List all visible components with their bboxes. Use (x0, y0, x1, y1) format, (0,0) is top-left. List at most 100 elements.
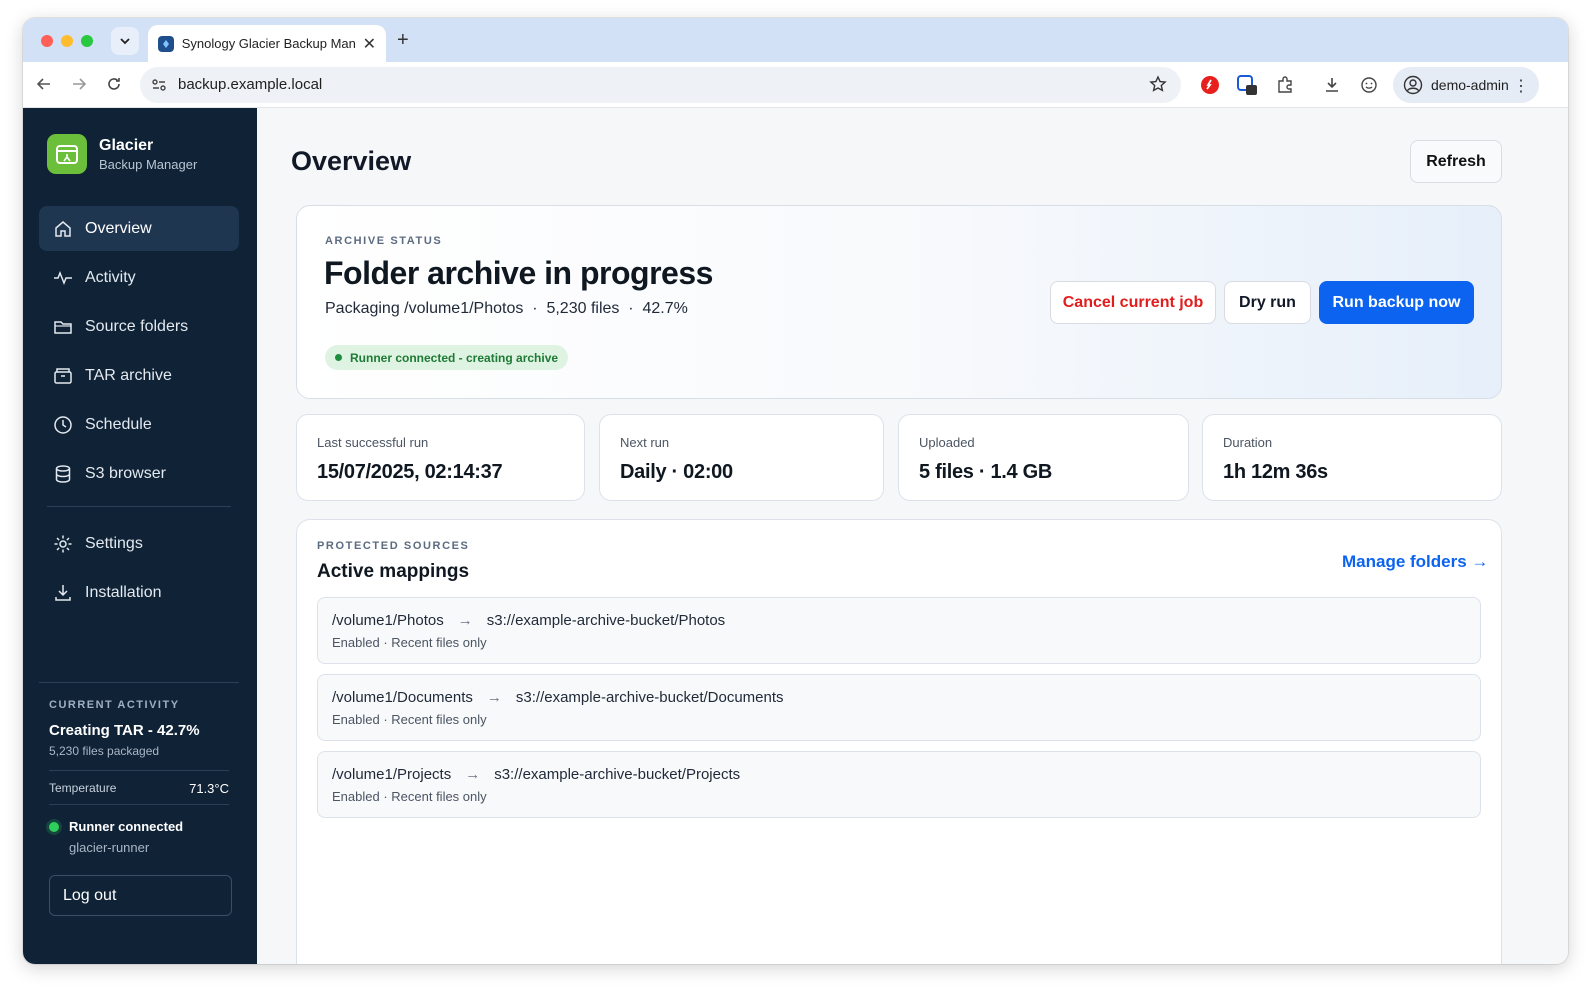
stat-value: 15/07/2025, 02:14:37 (317, 461, 503, 483)
mapping-meta: Enabled · Recent files only (332, 635, 487, 650)
archive-status-card: ARCHIVE STATUS Folder archive in progres… (296, 205, 1502, 399)
sidebar-item-overview[interactable]: Overview (39, 206, 239, 251)
maximize-window-button[interactable] (81, 35, 93, 47)
profile-name: demo-admin (1431, 77, 1509, 93)
forward-icon[interactable] (69, 74, 89, 94)
gear-icon (53, 534, 73, 554)
runner-status: Runner connected glacier-runner (49, 819, 229, 855)
page-title: Overview (291, 146, 412, 176)
sidebar-item-settings[interactable]: Settings (39, 521, 239, 566)
extension-red-icon[interactable] (1199, 74, 1221, 96)
mapping-target: s3://example-archive-bucket/Projects (494, 766, 741, 783)
status-dot-icon (335, 354, 342, 361)
sidebar-item-tar-archive[interactable]: TAR archive (39, 353, 239, 398)
site-settings-icon[interactable] (150, 76, 168, 99)
extensions-puzzle-icon[interactable] (1274, 74, 1296, 96)
sidebar-item-label: Source folders (85, 317, 189, 335)
profile-button[interactable]: demo-admin ⋮ (1393, 67, 1539, 103)
status-badge-label: Runner connected - creating archive (350, 350, 559, 365)
url-text: backup.example.local (178, 76, 323, 93)
stat-label: Last successful run (317, 435, 429, 450)
archive-icon (53, 366, 73, 386)
browser-window: Synology Glacier Backup Man ✕ + backup.e… (23, 18, 1568, 964)
close-window-button[interactable] (41, 35, 53, 47)
mapping-target: s3://example-archive-bucket/Documents (515, 689, 784, 706)
arrow-right-icon: → (457, 612, 473, 629)
database-icon (53, 464, 73, 484)
reload-icon[interactable] (104, 74, 124, 94)
temperature-row: Temperature 71.3°C (49, 770, 229, 805)
mapping-row[interactable]: /volume1/Photos → s3://example-archive-b… (317, 597, 1481, 664)
user-icon (1403, 75, 1423, 95)
mapping-meta: Enabled · Recent files only (332, 789, 487, 804)
folder-icon (53, 317, 73, 337)
download-icon (53, 583, 73, 603)
logout-button[interactable]: Log out (49, 875, 232, 916)
favicon-icon (158, 35, 174, 52)
sidebar-item-label: Installation (85, 583, 162, 601)
stat-card-next-run: Next run Daily · 02:00 (599, 414, 884, 501)
browser-tab[interactable]: Synology Glacier Backup Man ✕ (148, 25, 386, 62)
sidebar-item-activity[interactable]: Activity (39, 255, 239, 300)
more-menu-icon[interactable]: ⋮ (1513, 76, 1529, 96)
mapping-source: /volume1/Projects (332, 766, 452, 783)
brand: Glacier Backup Manager (47, 134, 197, 174)
sidebar-item-source-folders[interactable]: Source folders (39, 304, 239, 349)
close-tab-icon[interactable]: ✕ (363, 34, 376, 54)
address-bar[interactable]: backup.example.local (140, 67, 1181, 103)
brand-subtitle: Backup Manager (99, 156, 198, 172)
glacier-logo-icon (47, 134, 87, 174)
temperature-value: 71.3°C (189, 781, 229, 796)
sidebar: Glacier Backup Manager Overview Activity… (23, 108, 257, 964)
stat-card-duration: Duration 1h 12m 36s (1202, 414, 1502, 501)
cancel-job-button[interactable]: Cancel current job (1050, 281, 1216, 324)
feedback-smiley-icon[interactable] (1358, 74, 1380, 96)
clock-icon (53, 415, 73, 435)
downloads-icon[interactable] (1321, 74, 1343, 96)
runner-name: glacier-runner (69, 840, 150, 855)
sidebar-item-label: Schedule (85, 415, 152, 433)
stat-label: Duration (1223, 435, 1273, 450)
dry-run-button[interactable]: Dry run (1224, 281, 1311, 324)
tab-title: Synology Glacier Backup Man (181, 36, 356, 51)
main-content: Overview Refresh ARCHIVE STATUS Folder a… (257, 108, 1568, 964)
refresh-button[interactable]: Refresh (1410, 140, 1502, 183)
run-backup-button[interactable]: Run backup now (1319, 281, 1474, 324)
active-mappings-title: Active mappings (317, 561, 470, 582)
activity-icon (53, 268, 73, 288)
sidebar-nav: Overview Activity Source folders TAR arc… (39, 206, 239, 619)
archive-status-title: Folder archive in progress (324, 255, 713, 291)
arrow-right-icon: → (465, 766, 481, 783)
sidebar-item-s3-browser[interactable]: S3 browser (39, 451, 239, 496)
tab-bar: Synology Glacier Backup Man ✕ + (23, 18, 1568, 62)
runner-status-dot-icon (49, 822, 59, 832)
new-tab-button[interactable]: + (397, 29, 409, 52)
current-activity-title: Creating TAR - 42.7% (49, 722, 200, 739)
current-activity-panel: CURRENT ACTIVITY Creating TAR - 42.7% 5,… (39, 682, 239, 855)
stat-label: Uploaded (919, 435, 975, 450)
mapping-source: /volume1/Documents (332, 689, 473, 706)
sidebar-item-label: Activity (85, 268, 136, 286)
sidebar-item-schedule[interactable]: Schedule (39, 402, 239, 447)
sidebar-item-label: Settings (85, 534, 143, 552)
current-activity-subtitle: 5,230 files packaged (49, 744, 160, 758)
tab-search-button[interactable] (111, 27, 139, 55)
temperature-label: Temperature (49, 781, 117, 795)
sidebar-item-label: TAR archive (85, 366, 172, 384)
minimize-window-button[interactable] (61, 35, 73, 47)
extension-blue-icon[interactable] (1236, 74, 1258, 96)
manage-folders-link[interactable]: Manage folders → (1342, 552, 1488, 572)
mapping-row[interactable]: /volume1/Projects → s3://example-archive… (317, 751, 1481, 818)
chevron-down-icon (120, 38, 130, 45)
archive-status-detail: Packaging /volume1/Photos · 5,230 files … (325, 300, 688, 317)
stat-value: Daily · 02:00 (620, 461, 733, 483)
mapping-row[interactable]: /volume1/Documents → s3://example-archiv… (317, 674, 1481, 741)
browser-toolbar: backup.example.local demo-admin ⋮ (23, 62, 1568, 108)
sidebar-item-label: S3 browser (85, 464, 166, 482)
sidebar-item-installation[interactable]: Installation (39, 570, 239, 615)
bookmark-star-icon[interactable] (1149, 75, 1167, 98)
back-icon[interactable] (34, 74, 54, 94)
current-activity-label: CURRENT ACTIVITY (49, 699, 180, 711)
sidebar-divider (47, 506, 231, 507)
archive-status-eyebrow: ARCHIVE STATUS (325, 235, 443, 247)
